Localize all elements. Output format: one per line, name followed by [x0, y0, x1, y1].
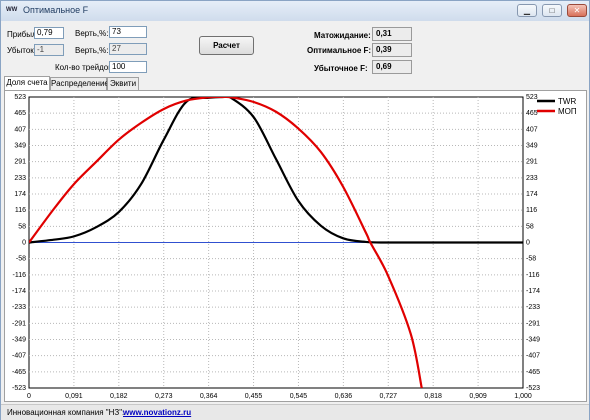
x-tick-label: 0,909: [469, 393, 487, 400]
y-tick-label-left: -291: [12, 320, 26, 327]
optimal-f-label: Оптимальное F:: [307, 46, 372, 55]
calculate-button[interactable]: Расчет: [199, 36, 254, 55]
close-button[interactable]: ✕: [567, 4, 587, 17]
y-tick-label-right: 465: [526, 110, 538, 117]
minimize-button[interactable]: ▁: [517, 4, 537, 17]
tab-distribution[interactable]: Распределение: [50, 77, 109, 90]
app-window: WW Оптимальное F ▁ □ ✕ Прибыль: 0,79 Вер…: [0, 0, 590, 420]
loss-probability-label: Верть,%:: [75, 46, 109, 55]
app-icon: WW: [6, 7, 18, 13]
optimal-f-value: 0,39: [372, 43, 412, 57]
tab-account-share[interactable]: Доля счета: [4, 76, 50, 90]
expectation-value: 0,31: [372, 27, 412, 41]
maximize-button[interactable]: □: [542, 4, 562, 17]
loss-field: -1: [34, 44, 64, 56]
y-tick-label-left: 174: [14, 191, 26, 198]
loss-probability-field: 27: [109, 43, 147, 55]
y-tick-label-left: 523: [14, 94, 26, 101]
trades-field[interactable]: 100: [109, 61, 147, 73]
x-tick-label: 0,182: [110, 393, 128, 400]
y-tick-label-right: -407: [526, 353, 540, 360]
y-tick-label-left: -349: [12, 337, 26, 344]
y-tick-label-right: 523: [526, 94, 538, 101]
y-tick-label-right: -523: [526, 385, 540, 392]
y-tick-label-right: 233: [526, 175, 538, 182]
close-icon: ✕: [573, 6, 581, 15]
company-label: Инновационная компания "НЗ":: [7, 408, 125, 417]
losing-f-label: Убыточное F:: [314, 64, 368, 73]
y-tick-label-left: 233: [14, 175, 26, 182]
y-tick-label-left: -233: [12, 304, 26, 311]
y-tick-label-right: 349: [526, 143, 538, 150]
y-tick-label-left: 349: [14, 143, 26, 150]
y-tick-label-right: 174: [526, 191, 538, 198]
chart: 523 523 465 465 407 407 349 349 291 291 233 233 174 1…: [12, 94, 577, 400]
win-probability-label: Верть,%:: [75, 29, 109, 38]
legend-label: TWR: [558, 97, 576, 106]
y-tick-label-left: -465: [12, 369, 26, 376]
x-tick-label: 0: [27, 393, 31, 400]
y-tick-label-right: -233: [526, 304, 540, 311]
y-tick-label-right: 0: [526, 240, 530, 247]
y-tick-label-right: -58: [526, 256, 536, 263]
minimize-icon: ▁: [523, 6, 531, 15]
y-tick-label-left: 465: [14, 110, 26, 117]
maximize-icon: □: [549, 6, 555, 15]
x-tick-label: 0,273: [155, 393, 173, 400]
y-tick-label-left: 116: [15, 207, 26, 214]
losing-f-value: 0,69: [372, 60, 412, 74]
chart-panel: 523 523 465 465 407 407 349 349 291 291 233 233 174 1…: [4, 90, 587, 402]
profit-field[interactable]: 0,79: [34, 27, 64, 39]
y-tick-label-left: 58: [18, 223, 26, 230]
status-bar: Инновационная компания "НЗ": www.novatio…: [1, 404, 589, 420]
legend-label: МОП: [558, 107, 577, 116]
y-tick-label-right: -465: [526, 369, 540, 376]
y-tick-label-left: -407: [12, 353, 26, 360]
trades-label: Кол-во трейдов:: [55, 63, 115, 72]
win-probability-field[interactable]: 73: [109, 26, 147, 38]
window-title: Оптимальное F: [23, 5, 89, 15]
x-tick-label: 1,000: [514, 393, 532, 400]
y-tick-label-left: -174: [12, 288, 26, 295]
y-tick-label-right: 58: [526, 223, 534, 230]
website-link[interactable]: www.novationz.ru: [123, 408, 191, 417]
x-tick-label: 0,364: [200, 393, 218, 400]
y-tick-label-right: -116: [526, 272, 540, 279]
y-tick-label-right: -291: [526, 320, 540, 327]
y-tick-label-right: 116: [526, 207, 537, 214]
y-tick-label-left: 0: [22, 240, 26, 247]
title-bar: WW Оптимальное F ▁ □ ✕: [1, 1, 589, 21]
y-tick-label-right: -349: [526, 337, 540, 344]
x-tick-label: 0,455: [245, 393, 263, 400]
x-tick-label: 0,545: [290, 393, 308, 400]
x-tick-label: 0,091: [65, 393, 83, 400]
x-tick-label: 0,818: [424, 393, 442, 400]
tab-equity[interactable]: Эквити: [107, 77, 139, 90]
expectation-label: Матожидание:: [314, 31, 371, 40]
y-tick-label-left: 291: [14, 159, 26, 166]
x-tick-label: 0,727: [380, 393, 398, 400]
y-tick-label-right: 407: [526, 126, 538, 133]
y-tick-label-right: 291: [526, 159, 538, 166]
y-tick-label-right: -174: [526, 288, 540, 295]
loss-label: Убыток:: [7, 46, 36, 55]
y-tick-label-left: 407: [14, 126, 26, 133]
y-tick-label-left: -523: [12, 385, 26, 392]
x-tick-label: 0,636: [335, 393, 353, 400]
y-tick-label-left: -58: [16, 256, 26, 263]
y-tick-label-left: -116: [13, 272, 27, 279]
